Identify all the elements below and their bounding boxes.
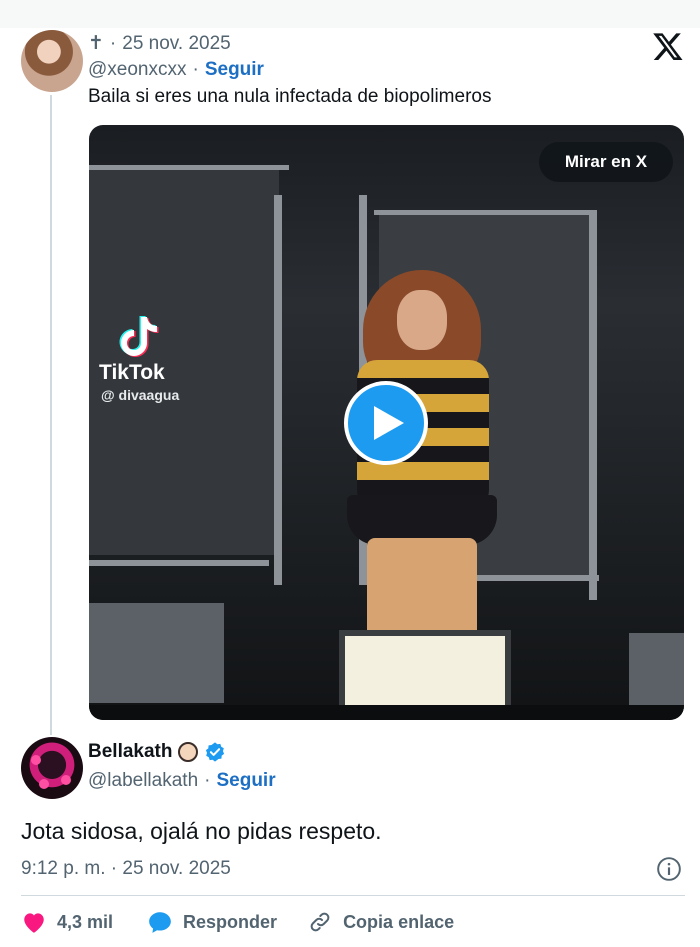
follow-button[interactable]: Seguir [216,770,275,792]
x-logo-icon[interactable] [652,30,684,62]
action-bar: 4,3 mil Responder Copia enlace [21,906,454,938]
tiktok-watermark: TikTok [99,361,165,384]
video-player[interactable]: TikTok @ divaagua Mirar en X [89,125,684,720]
stage-monitor [339,630,511,712]
author-handle-row: @labellakath · Seguir [88,770,276,792]
link-icon [310,912,330,932]
author-handle[interactable]: @labellakath [88,770,198,792]
woman-emoji-icon [178,742,199,762]
play-button[interactable] [344,381,428,465]
divider [21,895,685,896]
play-icon [374,406,404,440]
avatar[interactable] [21,30,83,92]
tweet-timestamp[interactable]: 9:12 p. m. · 25 nov. 2025 [21,858,231,880]
watch-on-x-button[interactable]: Mirar en X [539,142,673,182]
avatar-decoration [39,779,49,789]
stage-truss [589,210,597,600]
performer [337,270,507,688]
quoted-tweet-text: Baila si eres una nula infectada de biop… [88,86,492,107]
reply-button[interactable]: Responder [147,910,277,934]
follow-button[interactable]: Seguir [205,59,264,81]
quoted-handle-row: @xeonxcxx · Seguir [88,59,264,81]
reply-label: Responder [183,911,278,932]
info-icon[interactable] [656,856,682,882]
thread-connector [50,95,52,735]
copy-link-label: Copia enlace [343,911,455,932]
avatar[interactable] [21,737,83,799]
author-name-row: Bellakath [88,741,226,763]
quoted-meta: ✝ · 25 nov. 2025 [88,32,231,55]
separator: · [204,770,211,791]
tweet-text: Jota sidosa, ojalá no pidas respeto. [21,818,382,844]
stage-speaker [629,633,684,713]
tiktok-watermark-user: @ divaagua [101,387,180,403]
stage-screen [89,165,279,555]
separator: · [192,59,199,80]
like-count: 4,3 mil [57,911,114,932]
stage-floor [89,705,684,720]
quoted-display-name[interactable]: ✝ [88,32,104,55]
stage-truss [89,560,269,566]
verified-badge-icon [206,742,225,762]
top-band [0,0,700,28]
stage-truss [89,165,289,170]
quoted-handle[interactable]: @xeonxcxx [88,59,187,81]
like-button[interactable]: 4,3 mil [21,910,113,934]
stage-truss [274,195,282,585]
copy-link-button[interactable]: Copia enlace [307,910,454,934]
avatar-decoration [61,775,71,785]
quoted-date[interactable]: 25 nov. 2025 [122,33,230,55]
stage-truss [374,210,594,215]
author-display-name[interactable]: Bellakath [88,741,172,763]
tiktok-icon [119,316,159,357]
performer-face [397,290,447,350]
stage-speaker [89,603,224,703]
separator: · [109,32,117,54]
avatar-decoration [31,755,41,765]
reply-bubble-icon [149,912,171,933]
heart-icon [24,913,44,933]
